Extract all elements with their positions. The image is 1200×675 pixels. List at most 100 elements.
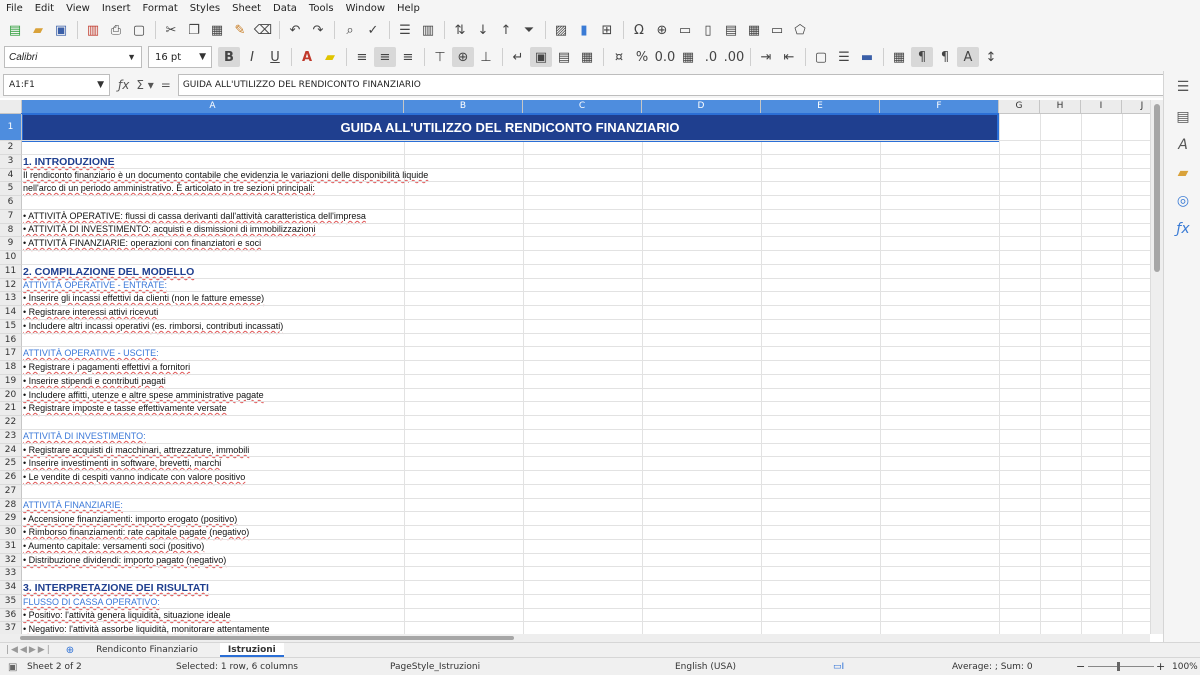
comment-icon[interactable]: ▭ — [674, 20, 696, 40]
cell-a31[interactable]: • Aumento capitale: versamenti soci (pos… — [23, 541, 204, 551]
column-header-e[interactable]: E — [761, 100, 880, 114]
conditional-format-icon[interactable]: ▦ — [888, 47, 910, 67]
hyperlink-icon[interactable]: ⊕ — [651, 20, 673, 40]
cell-a18[interactable]: • Registrare i pagamenti effettivi a for… — [23, 362, 190, 372]
cell-a12[interactable]: ATTIVITÀ OPERATIVE - ENTRATE: — [23, 280, 167, 290]
row-header-22[interactable]: 22 — [0, 416, 22, 430]
insert-chart-icon[interactable]: ▮ — [573, 20, 595, 40]
percent-format-icon[interactable]: % — [631, 47, 653, 67]
cut-icon[interactable]: ✂ — [160, 20, 182, 40]
status-page-style[interactable]: PageStyle_Istruzioni — [390, 662, 480, 672]
menu-insert[interactable]: Insert — [96, 0, 137, 17]
menu-tools[interactable]: Tools — [303, 0, 340, 17]
row-header-7[interactable]: 7 — [0, 209, 22, 224]
undo-icon[interactable]: ↶ — [284, 20, 306, 40]
cell-a23[interactable]: ATTIVITÀ DI INVESTIMENTO: — [23, 431, 146, 441]
row-header-17[interactable]: 17 — [0, 347, 22, 361]
left-to-right-icon[interactable]: ¶ — [911, 47, 933, 67]
row-header-5[interactable]: 5 — [0, 182, 22, 196]
text-direction-icon[interactable]: ↕ — [980, 47, 1002, 67]
row-header-1[interactable]: 1 — [0, 114, 22, 141]
italic-button[interactable]: I — [241, 47, 263, 67]
column-header-j[interactable]: J — [1122, 100, 1150, 114]
export-pdf-icon[interactable]: ▥ — [82, 20, 104, 40]
column-header-a[interactable]: A — [22, 100, 404, 114]
align-center-icon[interactable]: ≡ — [374, 47, 396, 67]
paste-icon[interactable]: ▦ — [206, 20, 228, 40]
insert-image-icon[interactable]: ▨ — [550, 20, 572, 40]
split-window-icon[interactable]: ▭ — [766, 20, 788, 40]
document-modified-icon[interactable]: ▣ — [8, 662, 17, 673]
cell-a7[interactable]: • ATTIVITÀ OPERATIVE: flussi di cassa de… — [23, 211, 366, 221]
styles-icon[interactable]: A — [1174, 137, 1192, 155]
cell-a30[interactable]: • Rimborso finanziamenti: rate capitale … — [23, 527, 249, 537]
column-header-i[interactable]: I — [1081, 100, 1122, 114]
cell-a17[interactable]: ATTIVITÀ OPERATIVE - USCITE: — [23, 348, 159, 358]
sort-descending-icon[interactable]: ↑ — [495, 20, 517, 40]
chevron-down-icon[interactable]: ▼ — [127, 52, 136, 62]
row-header-24[interactable]: 24 — [0, 443, 22, 458]
formula-input[interactable]: GUIDA ALL'UTILIZZO DEL RENDICONTO FINANZ… — [177, 73, 1196, 96]
cell-a36[interactable]: • Positivo: l'attività genera liquidità,… — [23, 610, 231, 620]
cell-a29[interactable]: • Accensione finanziamenti: importo erog… — [23, 514, 237, 524]
add-sheet-icon[interactable]: ⊕ — [66, 645, 74, 656]
tab-rendiconto-finanziario[interactable]: Rendiconto Finanziario — [88, 643, 206, 657]
row-header-16[interactable]: 16 — [0, 333, 22, 348]
underline-button[interactable]: U — [264, 47, 286, 67]
align-top-icon[interactable]: ⊤ — [429, 47, 451, 67]
font-color-icon[interactable]: A — [296, 47, 318, 67]
vertical-scroll-thumb[interactable] — [1154, 104, 1160, 272]
column-header-f[interactable]: F — [880, 100, 999, 114]
cell-a28[interactable]: ATTIVITÀ FINANZIARIE: — [23, 500, 123, 510]
special-character-icon[interactable]: Ω — [628, 20, 650, 40]
hamburger-menu-icon[interactable]: ☰ — [1174, 79, 1192, 97]
row-header-30[interactable]: 30 — [0, 526, 22, 540]
row-header-29[interactable]: 29 — [0, 512, 22, 526]
row-header-34[interactable]: 34 — [0, 581, 22, 595]
row-header-20[interactable]: 20 — [0, 388, 22, 403]
cell-a8[interactable]: • ATTIVITÀ DI INVESTIMENTO: acquisti e d… — [23, 224, 315, 234]
pivot-table-icon[interactable]: ⊞ — [596, 20, 618, 40]
borders-icon[interactable]: ▢ — [810, 47, 832, 67]
row-header-6[interactable]: 6 — [0, 196, 22, 210]
title-merged-cell[interactable]: GUIDA ALL'UTILIZZO DEL RENDICONTO FINANZ… — [22, 114, 998, 141]
row-header-26[interactable]: 26 — [0, 471, 22, 485]
sort-icon[interactable]: ⇅ — [449, 20, 471, 40]
border-style-icon[interactable]: ☰ — [833, 47, 855, 67]
function-wizard-icon[interactable]: ƒx — [118, 78, 129, 92]
status-language[interactable]: English (USA) — [675, 662, 736, 672]
cell-a11[interactable]: 2. COMPILAZIONE DEL MODELLO — [23, 266, 194, 278]
column-header-b[interactable]: B — [404, 100, 523, 114]
row-header-12[interactable]: 12 — [0, 278, 22, 293]
cell-a4[interactable]: Il rendiconto finanziario è un documento… — [23, 170, 428, 180]
column-header-h[interactable]: H — [1040, 100, 1081, 114]
row-header-21[interactable]: 21 — [0, 402, 22, 416]
row-header-8[interactable]: 8 — [0, 223, 22, 238]
cell-a13[interactable]: • Inserire gli incassi effettivi da clie… — [23, 293, 264, 303]
row-header-9[interactable]: 9 — [0, 237, 22, 251]
zoom-slider-track[interactable] — [1088, 666, 1154, 667]
menu-edit[interactable]: Edit — [29, 0, 60, 17]
menu-data[interactable]: Data — [267, 0, 303, 17]
row-header-27[interactable]: 27 — [0, 484, 22, 499]
tab-istruzioni[interactable]: Istruzioni — [219, 643, 284, 657]
number-format-icon[interactable]: 0.0 — [654, 47, 676, 67]
cell-a21[interactable]: • Registrare imposte e tasse effettivame… — [23, 403, 227, 413]
border-color-icon[interactable]: ▬ — [856, 47, 878, 67]
clone-formatting-icon[interactable]: ✎ — [229, 20, 251, 40]
merge-cells-icon[interactable]: ▤ — [553, 47, 575, 67]
cell-a14[interactable]: • Registrare interessi attivi ricevuti — [23, 307, 158, 317]
column-header-g[interactable]: G — [999, 100, 1040, 114]
text-vertical-icon[interactable]: A — [957, 47, 979, 67]
right-to-left-icon[interactable]: ¶ — [934, 47, 956, 67]
row-header-19[interactable]: 19 — [0, 374, 22, 389]
show-draw-functions-icon[interactable]: ⬠ — [789, 20, 811, 40]
status-zoom[interactable]: 100% — [1172, 662, 1198, 672]
find-replace-icon[interactable]: ⌕ — [339, 20, 361, 40]
font-size-combobox[interactable]: 16 pt ▼ — [148, 46, 212, 68]
cell-a26[interactable]: • Le vendite di cespiti vanno indicate c… — [23, 472, 245, 482]
bold-button[interactable]: B — [218, 47, 240, 67]
cell-a20[interactable]: • Includere affitti, utenze e altre spes… — [23, 390, 264, 400]
zoom-in-icon[interactable]: + — [1156, 660, 1165, 673]
column-header-d[interactable]: D — [642, 100, 761, 114]
